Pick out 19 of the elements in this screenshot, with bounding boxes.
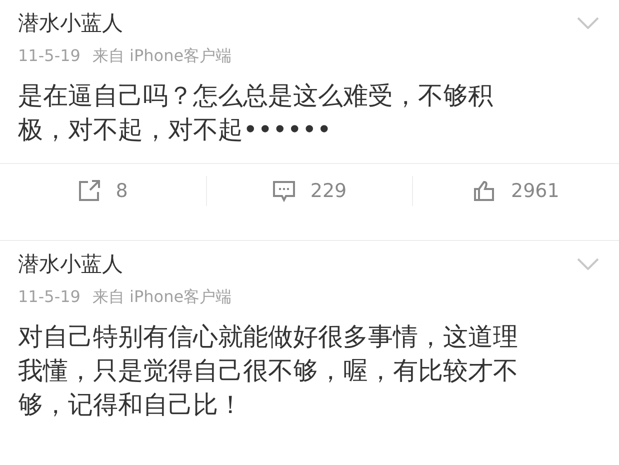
action-count[interactable]: 2961 <box>511 180 560 202</box>
post-text: 够，记得和自己比！ <box>18 389 244 421</box>
post-text: 对自己特别有信心就能做好很多事情，这道理 <box>18 321 519 353</box>
comment-icon <box>272 180 296 202</box>
post-source: 来自 iPhone客户端 <box>92 46 232 67</box>
action-count[interactable]: 229 <box>310 180 347 202</box>
chevron-down-icon[interactable] <box>577 258 599 270</box>
post-text: 是在逼自己吗？怎么总是这么难受，不够积 <box>18 80 494 112</box>
post-source: 来自 iPhone客户端 <box>92 287 232 308</box>
author-name[interactable]: 潜水小蓝人 <box>18 250 123 278</box>
chevron-down-icon[interactable] <box>577 17 599 29</box>
action-count[interactable]: 8 <box>116 180 128 202</box>
post-date: 11-5-19 <box>18 46 80 67</box>
author-name[interactable]: 潜水小蓝人 <box>18 9 123 37</box>
share-icon <box>78 180 102 202</box>
post-text: 我懂，只是觉得自己很不够，喔，有比较才不 <box>18 355 519 387</box>
post-text: 极，对不起，对不起•••••• <box>18 114 332 146</box>
post-date: 11-5-19 <box>18 287 80 308</box>
thumbs-up-icon <box>473 180 497 202</box>
